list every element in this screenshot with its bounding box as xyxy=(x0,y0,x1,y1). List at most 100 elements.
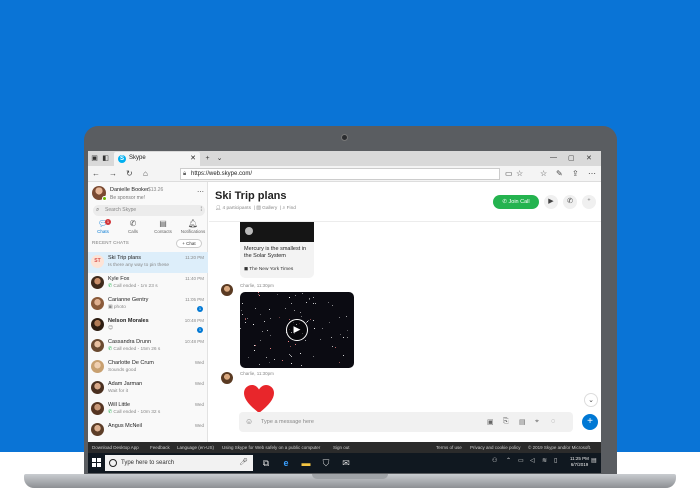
recent-chats-header[interactable]: RECENT CHATS xyxy=(92,240,129,245)
participants-count[interactable]: 4 participants xyxy=(222,206,251,211)
chat-list-item[interactable]: ST Ski Trip plans Is there any way to pi… xyxy=(88,252,208,273)
privacy-link[interactable]: Privacy and cookie policy xyxy=(470,442,521,453)
tray-chevron-icon[interactable]: ⌃ xyxy=(506,457,511,464)
minimize-icon[interactable]: — xyxy=(550,154,557,161)
more-options-icon[interactable]: ⋯ xyxy=(197,188,204,196)
chat-list-item[interactable]: Carianne Gentry ▣ photo 11:05 PM 1 xyxy=(88,294,208,315)
avatar xyxy=(91,423,104,436)
back-tabs-icon[interactable]: ◧ xyxy=(101,154,110,163)
mail-icon[interactable]: ✉ xyxy=(340,457,352,469)
group-avatar: ST xyxy=(91,255,104,268)
new-chat-button[interactable]: + Chat xyxy=(176,239,202,248)
star-dot xyxy=(294,310,295,311)
refresh-icon[interactable]: ↻ xyxy=(126,169,133,178)
star-dot xyxy=(339,317,340,318)
more-icon[interactable]: ⋯ xyxy=(588,169,596,178)
avatar[interactable] xyxy=(221,372,233,384)
url-field[interactable]: 🔒︎ https://web.skype.com/ xyxy=(180,168,500,180)
chat-list-item[interactable]: Charlotte De Crum Sounds good Wed xyxy=(88,357,208,378)
scroll-down-button[interactable]: ⌄ xyxy=(584,393,598,407)
forward-icon[interactable]: → xyxy=(109,169,117,178)
video-call-button[interactable]: ▶ xyxy=(544,195,558,209)
new-tab-icon[interactable]: + xyxy=(203,154,212,163)
notifications-icon[interactable]: ▤ xyxy=(591,457,597,464)
find-link[interactable]: Find xyxy=(287,206,296,211)
profile-header[interactable]: Danielle Booker $13.26 Be sponsor me! ⋯ xyxy=(92,185,204,203)
wifi-icon[interactable]: ≋ xyxy=(542,457,547,464)
tab-manager-icon[interactable]: ▣ xyxy=(90,154,99,163)
maximize-icon[interactable]: ▢ xyxy=(568,154,575,162)
compose-box[interactable]: ☺ Type a message here ▣ ⎘ ▤ ⌖ ◌ xyxy=(239,412,573,432)
star-dot xyxy=(307,321,308,322)
chevron-down-icon[interactable]: ⌄ xyxy=(215,154,224,163)
star-dot xyxy=(313,303,314,304)
chevron-down-icon: ⌄ xyxy=(588,397,594,404)
chat-list-item[interactable]: Adam Jarman Wait for it Wed xyxy=(88,378,208,399)
link-preview-card[interactable]: Mercury is the smallest in the Solar Sys… xyxy=(240,222,314,278)
star-dot xyxy=(308,320,309,321)
file-explorer-icon[interactable]: ▬ xyxy=(300,457,312,469)
audio-call-button[interactable]: ✆ xyxy=(563,195,577,209)
network-icon[interactable]: ▭ xyxy=(518,457,524,464)
chat-list-item[interactable]: Kyle Fox ✆ Call ended - 1m 23 s 11:40 PM xyxy=(88,273,208,294)
star-dot xyxy=(309,299,310,300)
tab-calls[interactable]: ✆ Calls xyxy=(118,219,148,237)
windows-start-icon[interactable] xyxy=(92,458,102,468)
emoji-icon[interactable]: ☺ xyxy=(245,417,253,426)
notes-icon[interactable]: ✎ xyxy=(556,169,563,178)
terms-link[interactable]: Terms of use xyxy=(436,442,462,453)
download-link[interactable]: Download Desktop App xyxy=(92,442,139,453)
add-button[interactable]: + xyxy=(582,414,598,430)
more-options-icon[interactable]: ◌ xyxy=(551,418,555,425)
browser-tab[interactable]: S Skype ✕ xyxy=(114,152,200,166)
tab-chats[interactable]: 💬︎ 1 Chats xyxy=(88,219,118,237)
task-view-icon[interactable]: ⧉ xyxy=(260,457,272,469)
favorites-icon[interactable]: ☆ xyxy=(540,169,547,178)
volume-icon[interactable]: ◁ xyxy=(530,457,535,464)
search-input[interactable]: ⌕ Search Skype ⁞ xyxy=(93,205,205,216)
edge-browser-icon[interactable]: e xyxy=(280,457,292,469)
star-dot xyxy=(343,337,344,338)
join-call-button[interactable]: ✆ Join Call xyxy=(493,195,539,209)
home-icon[interactable]: ⌂ xyxy=(143,169,148,178)
chat-list-item[interactable]: Cassandra Drunn ✆ Call ended - 15m 26 s … xyxy=(88,336,208,357)
message-input-placeholder[interactable]: Type a message here xyxy=(261,419,314,425)
chat-list-item[interactable]: Will Little ✆ Call ended - 10m 32 s Wed xyxy=(88,399,208,420)
avatar[interactable] xyxy=(221,284,233,296)
chat-preview: ✆ Call ended - 15m 26 s xyxy=(108,347,160,352)
chat-time: 10:48 PM xyxy=(184,318,204,323)
conversation-title[interactable]: Ski Trip plans xyxy=(215,190,287,202)
reading-view-icon[interactable]: ▭ xyxy=(505,169,513,178)
chat-list-item[interactable]: Angus McNeil Wed xyxy=(88,420,208,441)
close-window-icon[interactable]: ✕ xyxy=(586,154,592,162)
contacts-card-icon[interactable]: ▤ xyxy=(519,418,526,426)
microphone-icon[interactable]: 🎤︎ xyxy=(239,455,248,471)
taskbar-search-input[interactable]: Type here to search 🎤︎ xyxy=(105,455,253,471)
people-icon[interactable]: ⚇ xyxy=(492,457,497,464)
play-icon[interactable]: ▶ xyxy=(286,319,308,341)
add-participant-button[interactable]: ⁺ xyxy=(582,195,596,209)
favorite-star-icon[interactable]: ☆ xyxy=(516,169,523,178)
safety-link[interactable]: Using Skype for Web safely on a public c… xyxy=(222,442,320,453)
taskbar-clock[interactable]: 11:25 PM 6/7/2019 xyxy=(570,456,589,468)
gallery-link[interactable]: Gallery xyxy=(262,206,277,211)
star-dot xyxy=(285,308,286,309)
store-icon[interactable]: ⛉ xyxy=(320,457,332,469)
location-icon[interactable]: ⌖ xyxy=(535,418,539,426)
share-icon[interactable]: ⇪ xyxy=(572,169,579,178)
language-link[interactable]: Language (en-US) xyxy=(177,442,214,453)
back-icon[interactable]: ← xyxy=(92,169,100,178)
image-icon[interactable]: ▣ xyxy=(487,418,494,426)
emoji-icon: 😊︎ xyxy=(108,326,114,331)
tab-notifications[interactable]: 🔔︎ Notifications xyxy=(178,219,208,237)
star-dot xyxy=(253,324,254,325)
file-icon[interactable]: ⎘ xyxy=(503,418,509,426)
video-message[interactable]: ▶ xyxy=(240,292,354,368)
feedback-link[interactable]: Feedback xyxy=(150,442,170,453)
signout-link[interactable]: Sign out xyxy=(333,442,350,453)
chat-list-item[interactable]: Nelson Morales 😊︎ 10:48 PM 1 xyxy=(88,315,208,336)
close-tab-icon[interactable]: ✕ xyxy=(190,154,196,162)
dialpad-icon[interactable]: ⁞ xyxy=(200,205,202,216)
battery-icon[interactable]: ▯ xyxy=(554,457,557,464)
tab-contacts[interactable]: ▤ Contacts xyxy=(148,219,178,237)
